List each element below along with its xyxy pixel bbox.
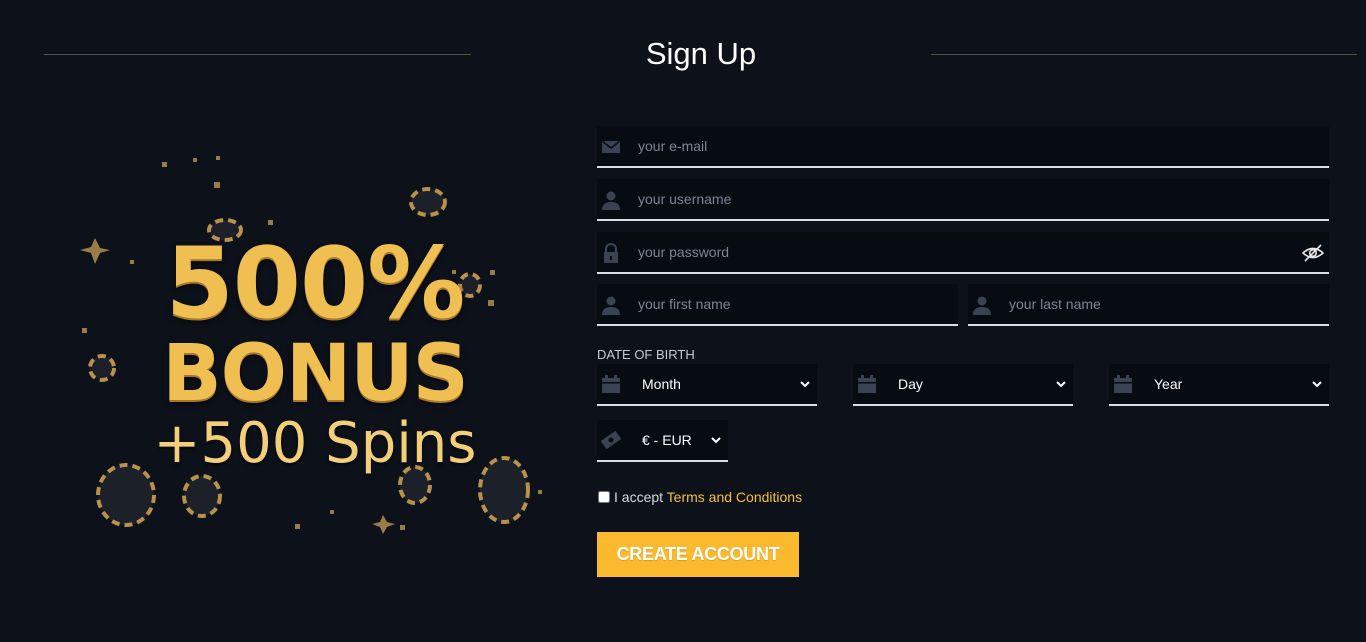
create-account-button[interactable]: CREATE ACCOUNT [597,532,799,577]
currency-value: € - EUR [642,432,692,448]
eye-slash-icon[interactable] [1302,243,1324,263]
dob-label: DATE OF BIRTH [597,347,695,362]
year-select[interactable]: Year [1109,364,1329,406]
email-field [597,126,1329,168]
user-icon [602,296,620,315]
month-select[interactable]: Month [597,364,817,406]
email-input[interactable] [638,126,1290,166]
user-icon [973,296,991,315]
year-value: Year [1154,376,1183,392]
chevron-down-icon [711,437,721,444]
chevron-down-icon [800,381,810,388]
last-name-input[interactable] [1009,284,1290,324]
terms-link[interactable]: Terms and Conditions [667,489,802,505]
lock-icon [604,243,618,263]
calendar-icon [858,375,876,393]
first-name-field [597,284,958,326]
password-input[interactable] [638,232,1290,272]
envelope-icon [601,140,621,153]
money-icon [601,430,621,450]
username-field [597,179,1329,221]
password-field [597,232,1329,274]
day-value: Day [898,376,923,392]
day-select[interactable]: Day [853,364,1073,406]
terms-row: I accept Terms and Conditions [597,489,802,505]
spins-text: +500 Spins [153,411,477,476]
terms-prefix: I accept [614,489,664,505]
bonus-text: BONUS [162,329,469,419]
terms-checkbox[interactable] [598,491,610,503]
last-name-field [968,284,1329,326]
calendar-icon [602,375,620,393]
user-icon [602,191,620,210]
username-input[interactable] [638,179,1290,219]
bonus-percent: 500% [165,227,466,341]
first-name-input[interactable] [638,284,919,324]
divider-right [931,54,1357,55]
month-value: Month [642,376,681,392]
chevron-down-icon [1312,381,1322,388]
currency-select[interactable]: € - EUR [597,420,728,462]
chevron-down-icon [1056,381,1066,388]
bonus-banner: 500% BONUS +500 Spins [70,150,560,550]
calendar-icon [1114,375,1132,393]
